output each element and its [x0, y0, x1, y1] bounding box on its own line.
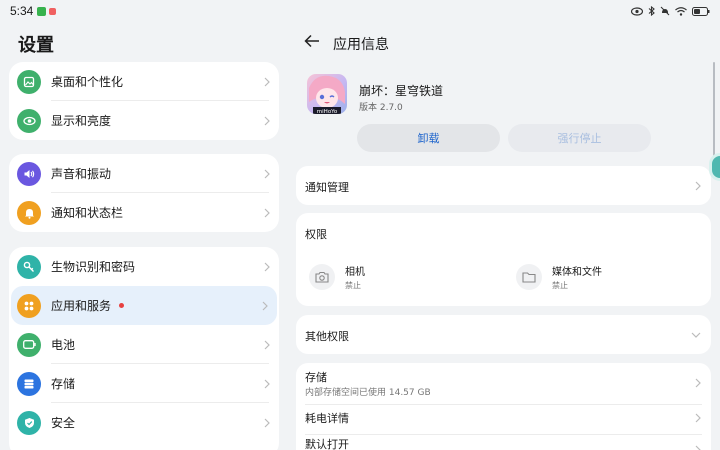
floating-edge-handle[interactable] — [709, 153, 720, 181]
other-permissions-label: 其他权限 — [305, 330, 349, 343]
wifi-icon — [675, 6, 687, 16]
scrollbar[interactable] — [713, 62, 715, 162]
permission-state: 禁止 — [345, 281, 361, 290]
sidebar-item-storage[interactable]: 存储 — [9, 364, 279, 403]
sidebar-item-label: 桌面和个性化 — [51, 75, 124, 89]
bell-icon — [17, 200, 41, 225]
default-open-label: 默认打开 — [305, 438, 349, 450]
sidebar-item-apps-services[interactable]: 应用和服务 — [11, 286, 277, 325]
permission-name: 相机 — [345, 267, 365, 278]
bluetooth-icon — [648, 6, 655, 16]
sidebar-item-biometrics-password[interactable]: 生物识别和密码 — [9, 247, 279, 286]
notification-icon — [49, 7, 57, 15]
status-time: 5:34 — [10, 4, 34, 18]
sidebar-item-battery[interactable]: 电池 — [9, 325, 279, 364]
other-permissions-row[interactable]: 其他权限 — [296, 315, 711, 354]
chevron-right-icon — [264, 379, 270, 388]
chevron-right-icon — [262, 301, 268, 310]
settings-sidebar: 设置 桌面和个性化 显示和亮度 声音和振动 通知和状态栏 生物识别和密码 应用和… — [0, 22, 288, 450]
chevron-right-icon — [264, 169, 270, 178]
mute-icon — [660, 6, 670, 16]
sidebar-item-security[interactable]: 安全 — [9, 403, 279, 442]
permission-camera[interactable]: 相机 禁止 — [309, 263, 365, 291]
sidebar-item-sound-vibration[interactable]: 声音和振动 — [9, 154, 279, 193]
app-version: 版本 2.7.0 — [359, 103, 403, 113]
battery-icon — [17, 332, 41, 357]
chevron-right-icon — [264, 116, 270, 125]
eye-icon — [631, 6, 643, 16]
sidebar-item-notifications-statusbar[interactable]: 通知和状态栏 — [9, 193, 279, 232]
uninstall-button[interactable]: 卸载 — [357, 124, 500, 152]
app-icon: miHoYo — [307, 74, 347, 114]
storage-label: 存储 — [305, 371, 327, 384]
page-title: 应用信息 — [333, 37, 389, 53]
settings-group-3: 生物识别和密码 应用和服务 电池 存储 安全 — [9, 247, 279, 450]
app-icon-text: miHoYo — [317, 109, 338, 114]
storage-icon — [17, 371, 41, 396]
force-stop-button[interactable]: 强行停止 — [508, 124, 651, 152]
sidebar-item-label: 通知和状态栏 — [51, 206, 124, 220]
sidebar-item-label: 电池 — [51, 338, 76, 352]
storage-row[interactable]: 存储 内部存储空间已使用 14.57 GB — [296, 363, 711, 404]
status-bar: 5:34 — [0, 0, 720, 22]
chevron-right-icon — [264, 340, 270, 349]
permission-name: 媒体和文件 — [552, 267, 602, 278]
power-usage-label: 耗电详情 — [305, 412, 349, 425]
shield-icon — [17, 410, 41, 435]
settings-group-1: 桌面和个性化 显示和亮度 — [9, 62, 279, 140]
permission-media-files[interactable]: 媒体和文件 禁止 — [516, 263, 602, 291]
notification-management-row[interactable]: 通知管理 — [296, 166, 711, 205]
chevron-right-icon — [695, 378, 701, 388]
power-usage-row[interactable]: 耗电详情 — [296, 405, 711, 434]
speaker-icon — [17, 161, 41, 186]
sidebar-item-label: 存储 — [51, 377, 76, 391]
default-open-row[interactable]: 默认打开 — [296, 435, 711, 450]
chevron-down-icon — [691, 332, 701, 338]
sidebar-item-label: 安全 — [51, 416, 76, 430]
chevron-right-icon — [695, 181, 701, 191]
chevron-right-icon — [264, 418, 270, 427]
app-details-card: 存储 内部存储空间已使用 14.57 GB 耗电详情 默认打开 — [296, 363, 711, 450]
settings-group-2: 声音和振动 通知和状态栏 — [9, 154, 279, 232]
sidebar-item-label: 显示和亮度 — [51, 114, 112, 128]
sidebar-item-label: 声音和振动 — [51, 167, 112, 181]
permissions-card: 权限 相机 禁止 媒体和文件 禁止 — [296, 213, 711, 306]
back-arrow-icon[interactable] — [304, 34, 320, 48]
chevron-right-icon — [264, 208, 270, 217]
app-info-panel: 应用信息 miHoYo 崩坏：星穹铁道 版本 2.7.0 卸载 强行停止 通知管… — [288, 22, 720, 450]
page-title: 设置 — [18, 35, 54, 56]
camera-icon — [309, 264, 335, 290]
chevron-right-icon — [695, 413, 701, 423]
app-name: 崩坏：星穹铁道 — [359, 84, 444, 98]
sidebar-item-label: 生物识别和密码 — [51, 260, 136, 274]
update-badge-dot — [119, 303, 125, 308]
sidebar-item-desktop-personalization[interactable]: 桌面和个性化 — [9, 62, 279, 101]
chevron-right-icon — [264, 262, 270, 271]
battery-icon — [692, 6, 710, 16]
sidebar-item-display-brightness[interactable]: 显示和亮度 — [9, 101, 279, 140]
folder-icon — [516, 264, 542, 290]
apps-icon — [17, 293, 41, 318]
notification-management-label: 通知管理 — [305, 181, 349, 194]
eye-display-icon — [17, 108, 41, 133]
wallpaper-icon — [17, 69, 41, 94]
storage-usage-text: 内部存储空间已使用 14.57 GB — [305, 388, 431, 398]
permissions-title: 权限 — [305, 228, 327, 241]
chevron-right-icon — [695, 445, 701, 450]
sidebar-item-label: 应用和服务 — [51, 299, 112, 313]
chevron-right-icon — [264, 77, 270, 86]
wechat-icon — [37, 6, 47, 16]
permission-state: 禁止 — [552, 281, 568, 290]
key-icon — [17, 254, 41, 279]
